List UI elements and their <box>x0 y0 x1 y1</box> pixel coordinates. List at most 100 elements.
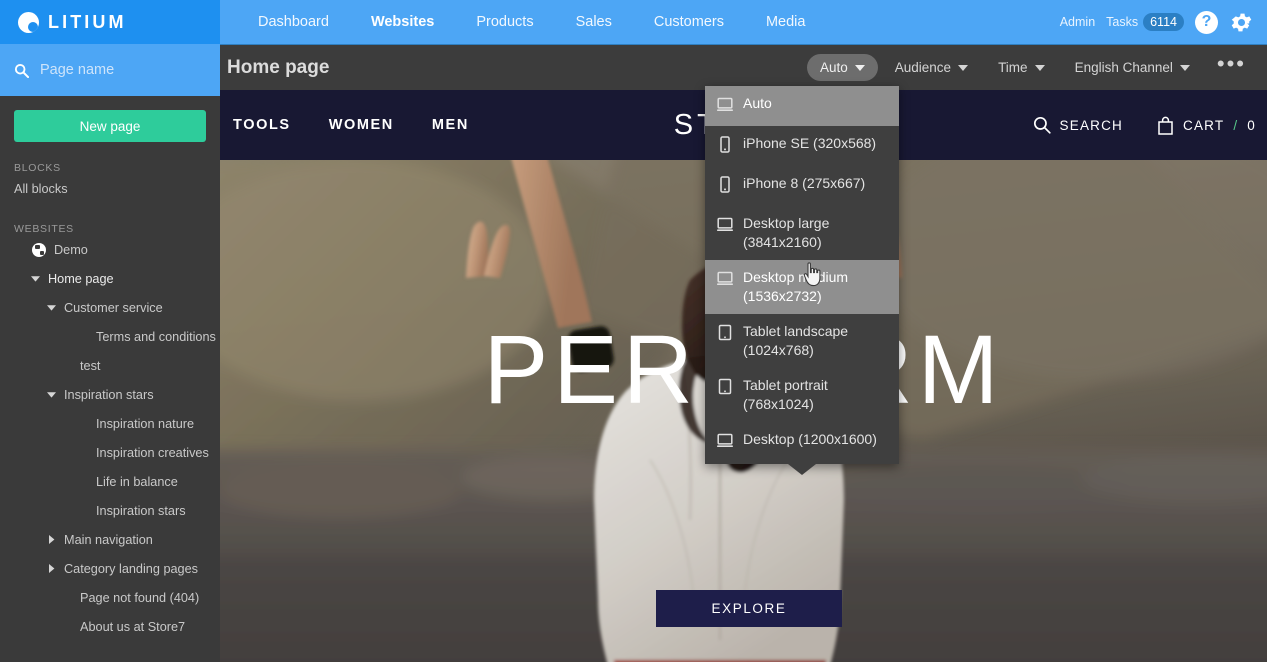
litium-logo-icon <box>18 11 39 33</box>
nav-item-dashboard[interactable]: Dashboard <box>237 0 350 44</box>
admin-link[interactable]: Admin <box>1060 15 1095 29</box>
device-selector[interactable]: Auto <box>806 54 878 81</box>
help-glyph: ? <box>1201 13 1212 30</box>
sidebar-tree-item[interactable]: test <box>0 351 220 380</box>
sidebar-tree-item[interactable]: About us at Store7 <box>0 612 220 641</box>
new-page-button[interactable]: New page <box>14 110 206 142</box>
tree-item-label: Inspiration creatives <box>96 445 209 460</box>
all-blocks-label: All blocks <box>14 181 68 196</box>
explore-button[interactable]: EXPLORE <box>656 590 842 627</box>
sidebar-tree-item[interactable]: Demo <box>0 235 220 264</box>
site-nav-women[interactable]: WOMEN <box>329 117 394 133</box>
site-nav-men[interactable]: MEN <box>432 117 469 133</box>
channel-selector[interactable]: English Channel <box>1062 54 1203 81</box>
nav-item-sales[interactable]: Sales <box>555 0 633 44</box>
site-header-actions: SEARCH CART / 0 <box>1033 116 1256 135</box>
globe-icon <box>32 242 46 257</box>
sidebar-tree-item[interactable]: Inspiration creatives <box>0 438 220 467</box>
sidebar-tree-item[interactable]: Home page <box>0 264 220 293</box>
desktop-icon <box>717 97 733 111</box>
device-option[interactable]: Tablet portrait (768x1024) <box>705 368 899 422</box>
site-nav-links: TOOLS WOMEN MEN <box>233 117 469 133</box>
nav-item-products[interactable]: Products <box>455 0 554 44</box>
tree-caret-spacer <box>78 476 89 487</box>
top-navigation-bar: LITIUM Dashboard Websites Products Sales… <box>0 0 1267 44</box>
sidebar-tree-item[interactable]: Main navigation <box>0 525 220 554</box>
tree-item-label: Customer service <box>64 300 163 315</box>
device-option[interactable]: Desktop medium (1536x2732) <box>705 260 899 314</box>
tablet-icon <box>717 378 733 400</box>
chevron-right-icon[interactable] <box>46 563 57 574</box>
more-options-icon[interactable]: ••• <box>1207 52 1254 77</box>
audience-selector[interactable]: Audience <box>882 54 981 81</box>
chevron-right-icon[interactable] <box>46 534 57 545</box>
desktop-icon <box>717 216 733 238</box>
tree-caret-spacer <box>78 447 89 458</box>
site-nav-tools[interactable]: TOOLS <box>233 117 291 133</box>
desktop-icon <box>717 432 733 454</box>
tree-item-label: Category landing pages <box>64 561 199 576</box>
sidebar-item-all-blocks[interactable]: All blocks <box>0 174 220 203</box>
phone-icon <box>717 136 733 158</box>
tree-item-label: Home page <box>48 271 114 286</box>
help-icon[interactable]: ? <box>1195 10 1218 34</box>
gear-icon[interactable] <box>1229 10 1254 35</box>
chevron-down-icon[interactable] <box>30 273 41 284</box>
tasks-label: Tasks <box>1106 15 1139 29</box>
site-search-button[interactable]: SEARCH <box>1033 116 1123 134</box>
device-option-label: Desktop medium (1536x2732) <box>743 269 849 304</box>
device-option-label: Tablet portrait (768x1024) <box>743 377 828 412</box>
site-cart-button[interactable]: CART / 0 <box>1157 116 1256 135</box>
search-icon <box>14 63 29 78</box>
tree-caret[interactable] <box>30 273 41 284</box>
nav-item-customers[interactable]: Customers <box>633 0 745 44</box>
sidebar-tree-item[interactable]: Life in balance <box>0 467 220 496</box>
dropdown-arrow-icon <box>788 464 816 475</box>
sidebar-tree-item[interactable]: Customer service <box>0 293 220 322</box>
device-size-dropdown: Auto iPhone SE (320x568) iPhone 8 (275x667… <box>705 86 899 475</box>
device-option[interactable]: iPhone SE (320x568) <box>705 126 899 166</box>
tree-item-label: Life in balance <box>96 474 178 489</box>
device-option[interactable]: iPhone 8 (275x667) <box>705 166 899 206</box>
device-option-label: Desktop large (3841x2160) <box>743 215 830 250</box>
tablet-icon <box>718 324 732 341</box>
site-cart-label: CART <box>1183 117 1225 133</box>
sidebar-tree-item[interactable]: Page not found (404) <box>0 583 220 612</box>
tree-caret-spacer <box>62 360 73 371</box>
device-option[interactable]: Desktop large (3841x2160) <box>705 206 899 260</box>
tree-item-label: Demo <box>54 242 88 257</box>
sidebar-tree-item[interactable]: Inspiration stars <box>0 380 220 409</box>
tree-caret[interactable] <box>46 563 57 574</box>
tree-item-label: Inspiration stars <box>64 387 154 402</box>
sidebar: New page BLOCKS All blocks WEBSITES Demo… <box>0 44 220 662</box>
sidebar-tree-item[interactable]: Inspiration stars <box>0 496 220 525</box>
sidebar-tree-item[interactable]: Inspiration nature <box>0 409 220 438</box>
phone-icon <box>720 136 730 153</box>
tree-caret-spacer <box>14 244 25 255</box>
nav-item-media[interactable]: Media <box>745 0 827 44</box>
nav-item-websites[interactable]: Websites <box>350 0 455 44</box>
tree-caret[interactable] <box>46 302 57 313</box>
cart-count: 0 <box>1247 117 1256 133</box>
sidebar-tree-item[interactable]: Terms and conditions <box>0 322 220 351</box>
chevron-down-icon <box>1179 64 1190 71</box>
tasks-link[interactable]: Tasks 6114 <box>1106 13 1184 31</box>
tree-item-label: About us at Store7 <box>80 619 186 634</box>
page-search-bar[interactable] <box>0 44 220 96</box>
main-menu: Dashboard Websites Products Sales Custom… <box>237 0 826 44</box>
desktop-icon <box>717 217 733 231</box>
device-option[interactable]: Tablet landscape (1024x768) <box>705 314 899 368</box>
chevron-down-icon[interactable] <box>46 389 57 400</box>
tree-item-label: Terms and conditions <box>96 329 216 344</box>
device-option[interactable]: Auto <box>705 86 899 126</box>
search-input[interactable] <box>40 62 200 78</box>
tree-caret[interactable] <box>46 389 57 400</box>
time-selector[interactable]: Time <box>985 54 1058 81</box>
tree-caret[interactable] <box>46 534 57 545</box>
brand-name: LITIUM <box>48 11 127 32</box>
chevron-down-icon[interactable] <box>46 302 57 313</box>
brand-logo-area[interactable]: LITIUM <box>0 0 220 44</box>
sidebar-tree-item[interactable]: Category landing pages <box>0 554 220 583</box>
tablet-icon <box>718 378 732 395</box>
device-option[interactable]: Desktop (1200x1600) <box>705 422 899 462</box>
